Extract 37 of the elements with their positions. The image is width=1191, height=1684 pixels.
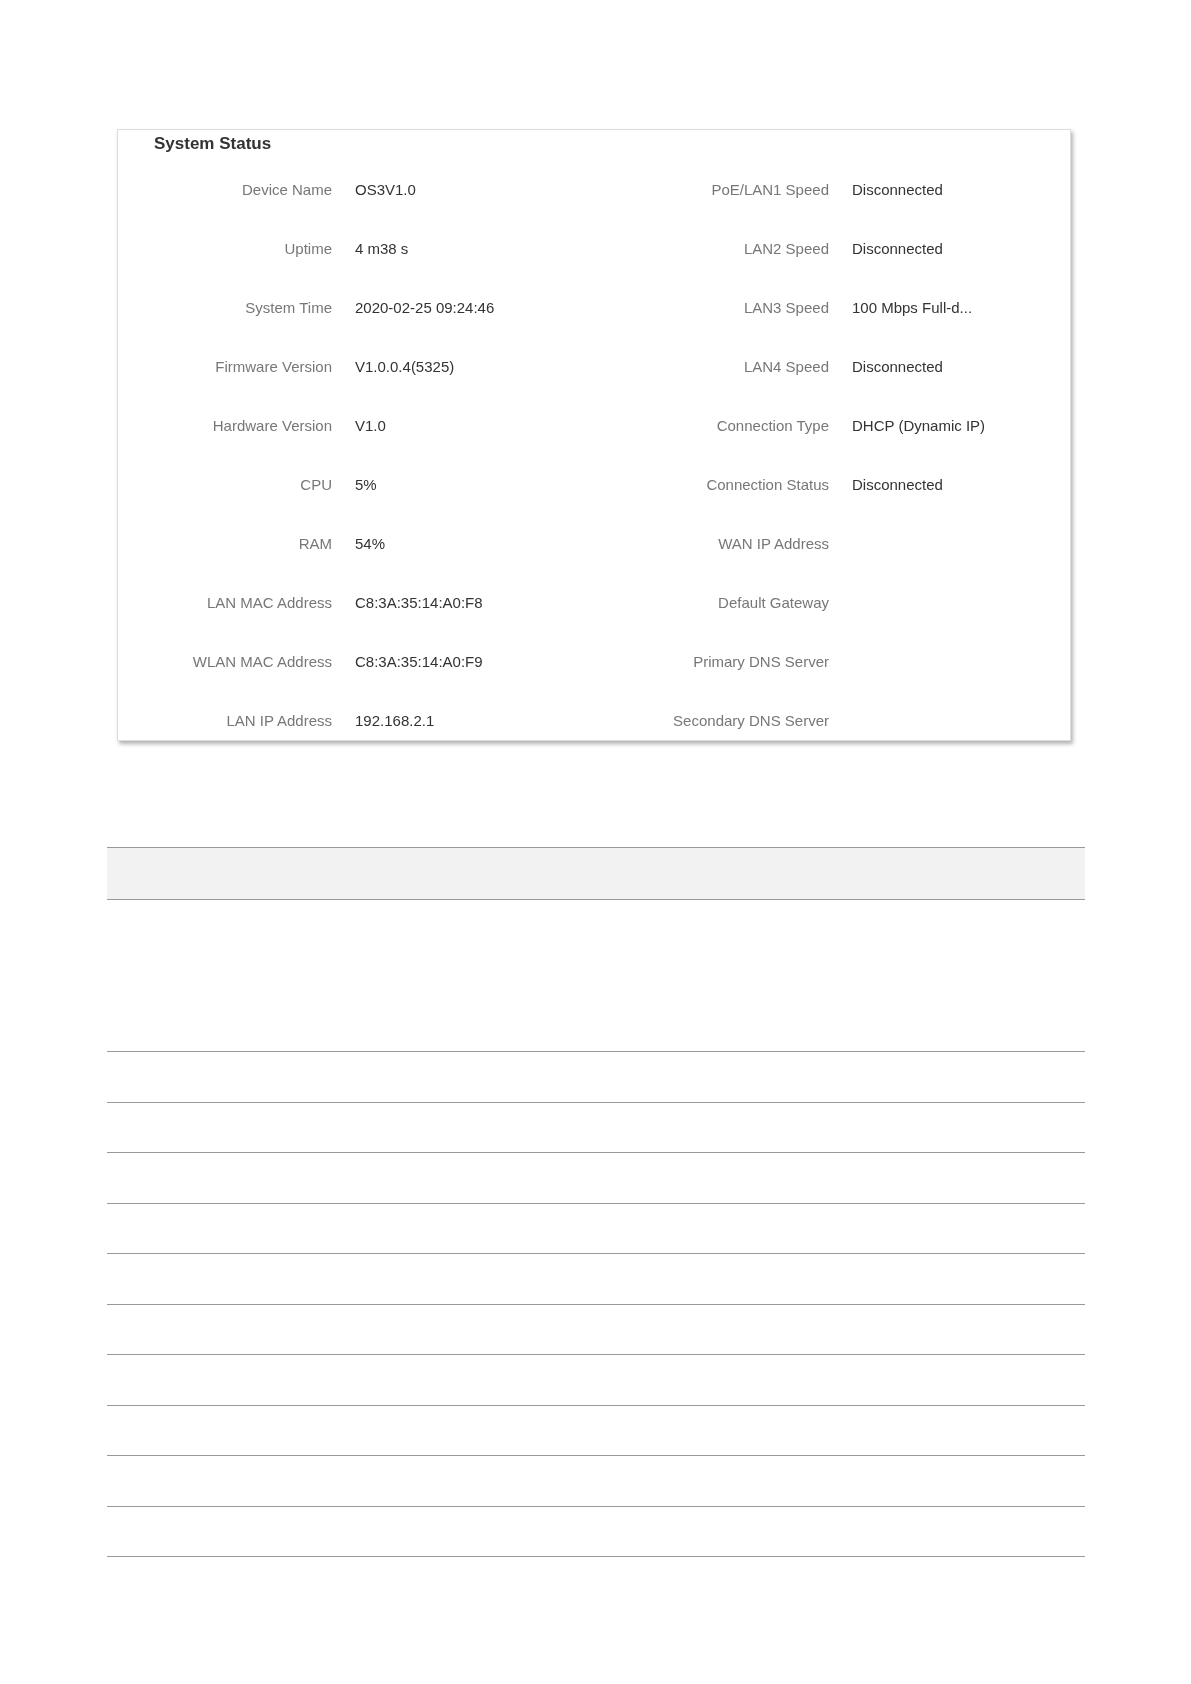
field-value: OS3V1.0 xyxy=(355,179,416,200)
field-value: V1.0.0.4(5325) xyxy=(355,356,455,377)
field-value: Disconnected xyxy=(852,356,943,377)
field-label: System Time xyxy=(244,297,332,318)
field-label: LAN3 Speed xyxy=(742,297,829,318)
panel-title: System Status xyxy=(154,133,273,155)
field-value: C8:3A:35:14:A0:F8 xyxy=(355,592,483,613)
field-label: Connection Status xyxy=(705,474,829,495)
field-value: Disconnected xyxy=(852,179,943,200)
field-label: LAN IP Address xyxy=(225,710,332,731)
field-value: 4 m38 s xyxy=(355,238,409,259)
field-label: Uptime xyxy=(283,238,332,259)
field-label: Device Name xyxy=(240,179,332,200)
field-value: DHCP (Dynamic IP) xyxy=(852,415,986,436)
field-value: 100 Mbps Full-d... xyxy=(852,297,973,318)
field-value: Disconnected xyxy=(852,238,943,259)
field-label: CPU xyxy=(299,474,332,495)
field-label: Secondary DNS Server xyxy=(672,710,829,731)
field-label: Primary DNS Server xyxy=(692,651,829,672)
field-value: Disconnected xyxy=(852,474,943,495)
field-value: 54% xyxy=(355,533,386,554)
field-value: 5% xyxy=(355,474,377,495)
field-label: LAN MAC Address xyxy=(205,592,332,613)
field-label: RAM xyxy=(297,533,332,554)
field-label: LAN4 Speed xyxy=(742,356,829,377)
field-value: C8:3A:35:14:A0:F9 xyxy=(355,651,483,672)
field-label: WAN IP Address xyxy=(717,533,829,554)
field-label: Firmware Version xyxy=(214,356,332,377)
field-value: 192.168.2.1 xyxy=(355,710,435,731)
field-label: Connection Type xyxy=(715,415,829,436)
field-value: V1.0 xyxy=(355,415,386,436)
field-label: LAN2 Speed xyxy=(742,238,829,259)
field-value: 2020-02-25 09:24:46 xyxy=(355,297,495,318)
field-label: Hardware Version xyxy=(211,415,332,436)
field-label: Default Gateway xyxy=(717,592,829,613)
field-label: WLAN MAC Address xyxy=(191,651,332,672)
field-label: PoE/LAN1 Speed xyxy=(710,179,829,200)
